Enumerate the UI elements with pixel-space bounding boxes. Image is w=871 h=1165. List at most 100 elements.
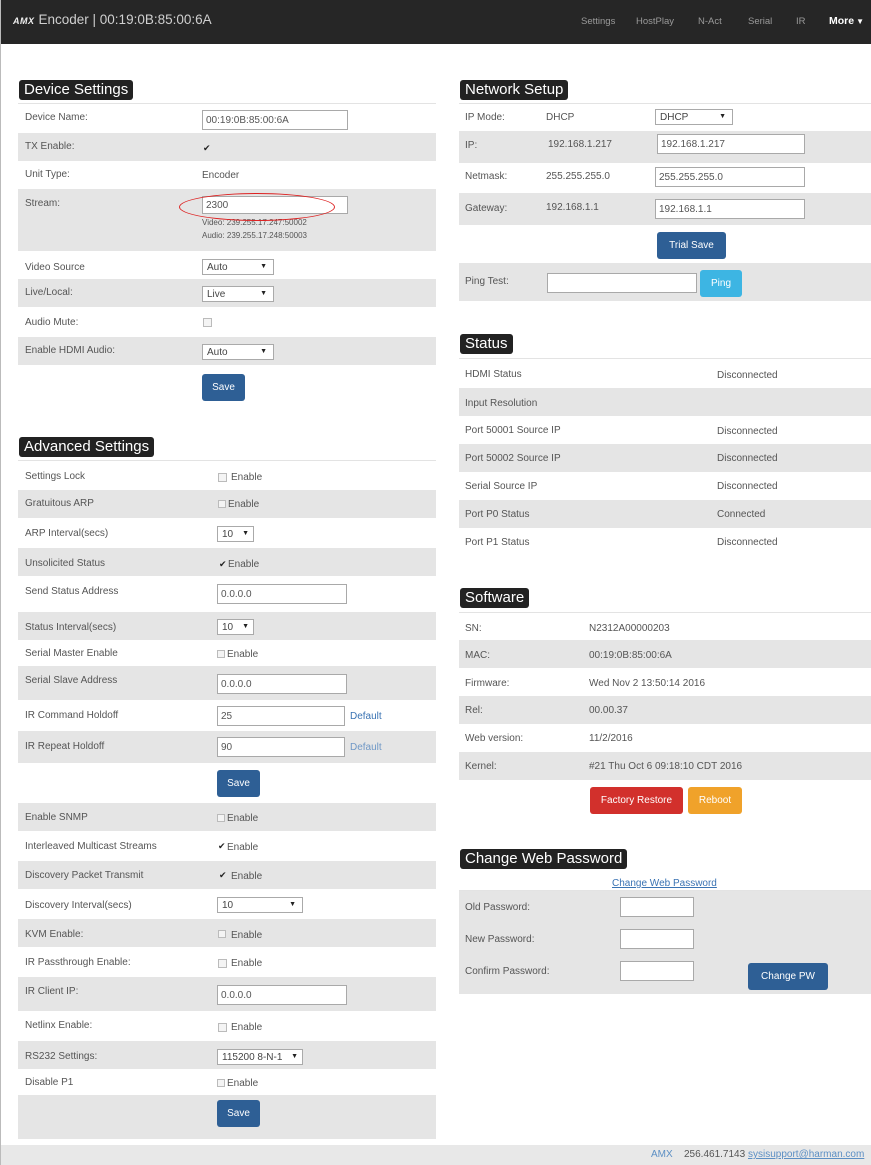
nav-ir[interactable]: IR [796, 16, 806, 27]
software-label: SN: [465, 623, 482, 634]
footer-amx-link[interactable]: AMX [651, 1149, 673, 1160]
nav-settings[interactable]: Settings [581, 16, 615, 27]
unsolicited-status-row: Unsolicited Status ✔ Enable [18, 548, 436, 576]
hdmi-audio-row: Enable HDMI Audio: Auto ▼ [18, 337, 436, 365]
device-save-button[interactable]: Save [202, 374, 245, 401]
serial-master-checkbox[interactable] [217, 650, 225, 658]
change-password-link[interactable]: Change Web Password [612, 878, 717, 889]
software-value: Wed Nov 2 13:50:14 2016 [589, 678, 706, 689]
status-row: Port P0 Status Connected [459, 500, 871, 528]
ir-command-default-link[interactable]: Default [350, 711, 382, 722]
nav-serial[interactable]: Serial [748, 16, 772, 27]
status-value: Disconnected [717, 453, 778, 464]
reboot-button[interactable]: Reboot [688, 787, 742, 814]
nav-hostplay[interactable]: HostPlay [636, 16, 674, 27]
nav-n-act[interactable]: N-Act [698, 16, 722, 27]
tx-enable-checkbox[interactable]: ✔ [202, 143, 211, 153]
footer-email-link[interactable]: sysisupport@harman.com [748, 1149, 864, 1160]
enable-label: Enable [227, 813, 259, 824]
ir-command-holdoff-input[interactable]: 25 [217, 706, 345, 726]
arp-interval-value: 10 [222, 529, 234, 540]
settings-lock-checkbox[interactable] [218, 473, 227, 482]
ip-input[interactable]: 192.168.1.217 [657, 134, 805, 154]
discovery-packet-checkbox[interactable]: ✔ [218, 870, 227, 880]
ping-button[interactable]: Ping [700, 270, 742, 297]
status-value: Disconnected [717, 426, 778, 437]
device-name-input[interactable]: 00:19:0B:85:00:6A [202, 110, 348, 130]
status-value: Disconnected [717, 481, 778, 492]
serial-master-label: Serial Master Enable [25, 648, 118, 659]
old-password-label: Old Password: [465, 902, 531, 913]
status-value: Connected [717, 509, 766, 520]
send-status-address-input[interactable]: 0.0.0.0 [217, 584, 347, 604]
arp-interval-select[interactable]: 10 ▼ [217, 526, 254, 542]
ping-test-label: Ping Test: [465, 276, 509, 287]
amx-logo: AMX [13, 16, 35, 26]
brand[interactable]: AMX Encoder | 00:19:0B:85:00:6A [13, 12, 212, 27]
software-row: Firmware: Wed Nov 2 13:50:14 2016 [459, 668, 871, 696]
footer: AMX 256.461.7143 sysisupport@harman.com [1, 1145, 871, 1165]
rs232-select[interactable]: 115200 8-N-1 ▼ [217, 1049, 303, 1065]
change-pw-button[interactable]: Change PW [748, 963, 828, 990]
gratuitous-arp-row: Gratuitous ARP Enable [18, 490, 436, 518]
ir-client-ip-row: IR Client IP: 0.0.0.0 [18, 977, 436, 1011]
nav-more-dropdown[interactable]: More ▼ [829, 15, 864, 27]
disable-p1-checkbox[interactable] [217, 1079, 225, 1087]
disable-p1-row: Disable P1 Enable [18, 1069, 436, 1095]
ping-test-row: Ping Test: Ping [459, 263, 871, 301]
audio-mute-checkbox[interactable] [203, 318, 212, 327]
software-row: Rel: 00.00.37 [459, 696, 871, 724]
ir-client-ip-input[interactable]: 0.0.0.0 [217, 985, 347, 1005]
ir-repeat-holdoff-row: IR Repeat Holdoff 90 Default [18, 731, 436, 763]
trial-save-button[interactable]: Trial Save [657, 232, 726, 259]
netmask-input[interactable]: 255.255.255.0 [655, 167, 805, 187]
live-local-select[interactable]: Live ▼ [202, 286, 274, 302]
enable-snmp-checkbox[interactable] [217, 814, 225, 822]
enable-label: Enable [227, 649, 259, 660]
netlinx-checkbox[interactable] [218, 1023, 227, 1032]
new-password-label: New Password: [465, 934, 535, 945]
hdmi-audio-label: Enable HDMI Audio: [25, 345, 116, 356]
serial-slave-address-input[interactable]: 0.0.0.0 [217, 674, 347, 694]
ir-repeat-default-link[interactable]: Default [350, 742, 382, 753]
advanced-save-button[interactable]: Save [217, 770, 260, 797]
old-password-input[interactable] [620, 897, 694, 917]
factory-restore-button[interactable]: Factory Restore [590, 787, 683, 814]
unsolicited-status-checkbox[interactable]: ✔ [218, 559, 227, 569]
discovery-interval-select[interactable]: 10 ▼ [217, 897, 303, 913]
hdmi-audio-value: Auto [207, 347, 228, 358]
netlinx-row: Netlinx Enable: Enable [18, 1011, 436, 1041]
device-title: Encoder | 00:19:0B:85:00:6A [38, 12, 212, 27]
hdmi-audio-select[interactable]: Auto ▼ [202, 344, 274, 360]
ip-mode-value: DHCP [546, 112, 575, 123]
status-label: Serial Source IP [465, 481, 538, 492]
gateway-input[interactable]: 192.168.1.1 [655, 199, 805, 219]
status-row: Port 50001 Source IP Disconnected [459, 416, 871, 444]
send-status-address-row: Send Status Address 0.0.0.0 [18, 576, 436, 612]
new-password-input[interactable] [620, 929, 694, 949]
ip-mode-select[interactable]: DHCP ▼ [655, 109, 733, 125]
status-label: HDMI Status [465, 369, 522, 380]
interleaved-label: Interleaved Multicast Streams [25, 841, 157, 852]
advanced-save-button-2[interactable]: Save [217, 1100, 260, 1127]
arp-interval-row: ARP Interval(secs) 10 ▼ [18, 518, 436, 548]
serial-slave-address-row: Serial Slave Address 0.0.0.0 [18, 666, 436, 700]
chevron-down-icon: ▼ [242, 623, 249, 630]
status-label: Port 50001 Source IP [465, 425, 561, 436]
video-source-select[interactable]: Auto ▼ [202, 259, 274, 275]
software-value: N2312A00000203 [589, 623, 670, 634]
gratuitous-arp-checkbox[interactable] [218, 500, 226, 508]
ip-label: IP: [465, 140, 478, 151]
software-value: 00:19:0B:85:00:6A [589, 650, 672, 661]
status-interval-select[interactable]: 10 ▼ [217, 619, 254, 635]
kvm-enable-checkbox[interactable] [218, 930, 226, 938]
software-label: MAC: [465, 650, 490, 661]
confirm-password-input[interactable] [620, 961, 694, 981]
ping-input[interactable] [547, 273, 697, 293]
ir-client-ip-label: IR Client IP: [25, 986, 79, 997]
ir-passthrough-checkbox[interactable] [218, 959, 227, 968]
video-source-value: Auto [207, 262, 228, 273]
change-password-heading: Change Web Password [460, 849, 628, 869]
interleaved-checkbox[interactable]: ✔ [217, 841, 226, 851]
ir-repeat-holdoff-input[interactable]: 90 [217, 737, 345, 757]
